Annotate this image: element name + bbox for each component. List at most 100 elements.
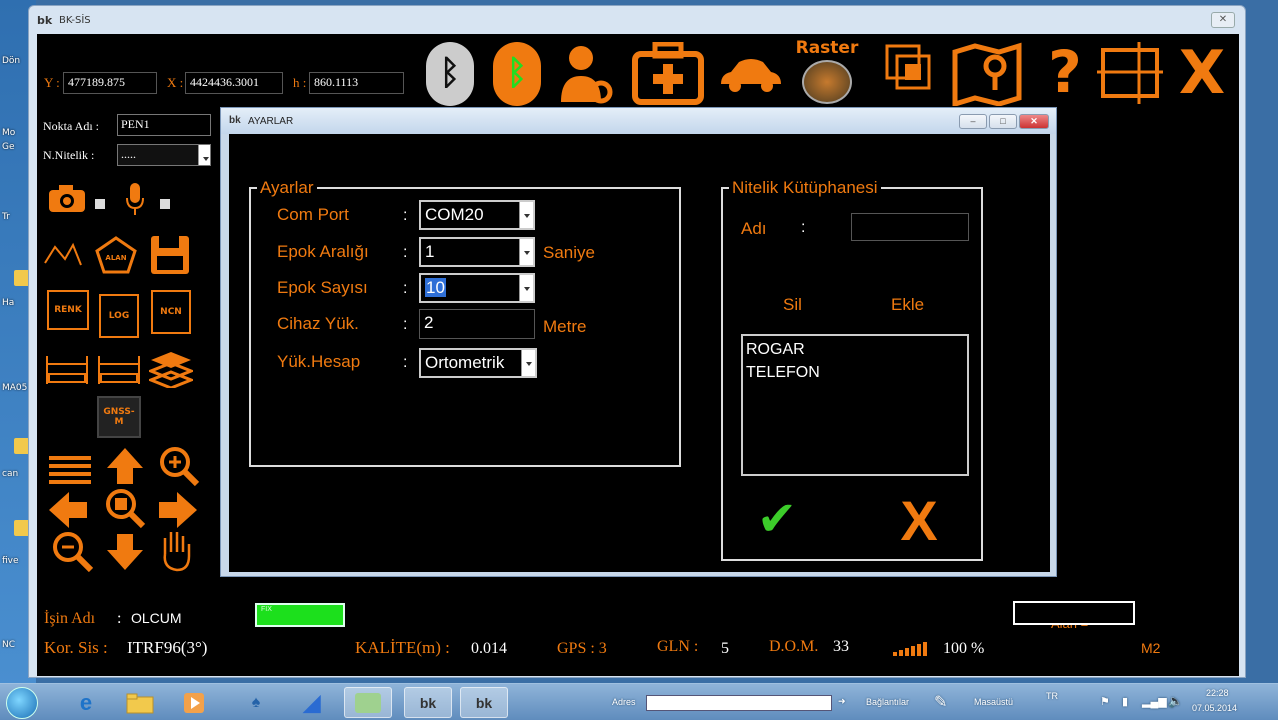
app-icon[interactable]: ◢ [288,687,336,718]
user-settings-icon[interactable] [557,40,613,106]
yuk-hesap-select[interactable]: Ortometrik [419,348,537,378]
isin-adi-value: OLCUM [131,610,182,626]
zoom-extent-icon[interactable] [103,486,147,530]
kalite-label: KALİTE(m) : [355,638,450,657]
dialog-body: Ayarlar Com Port : COM20 Epok Aralığı : … [229,134,1050,572]
colon: : [403,316,408,333]
raster-map-icon[interactable]: Raster [791,38,863,108]
desktop-label: Tr [2,212,10,222]
colon: : [403,354,408,371]
ok-check-icon[interactable]: ✔ [747,496,807,544]
minimize-button[interactable]: – [959,114,987,129]
language-indicator[interactable]: TR [1046,691,1058,701]
hand-pan-icon[interactable] [159,528,193,572]
nitelik-label: N.Nitelik : [43,148,95,162]
flag-icon[interactable]: ⚑ [1100,695,1110,708]
pan-right-arrow-icon[interactable] [157,490,199,530]
adres-label: Adres [612,697,636,707]
dialog-close-button[interactable]: ✕ [1019,114,1049,129]
pan-left-arrow-icon[interactable] [47,490,89,530]
media-player-icon[interactable] [170,687,218,718]
medical-kit-icon[interactable] [631,41,705,106]
polyline-icon[interactable] [43,239,83,269]
colon: : [403,280,408,297]
colon: : [403,207,408,224]
car-icon[interactable] [717,54,785,94]
taskbar: e ♠ ◢ bk bk Adres ➜ Bağlantılar ✎ Masaüs… [0,683,1278,720]
list-item[interactable]: ROGAR [746,338,964,361]
zoom-out-icon[interactable] [51,530,94,573]
measure-distance-icon[interactable] [45,350,89,386]
epok-araligi-select[interactable]: 1 [419,237,535,267]
yuk-hesap-label: Yük.Hesap [277,352,361,371]
bk-taskbar-item[interactable]: bk [460,687,508,718]
com-port-select[interactable]: COM20 [419,200,535,230]
crosshair-frame-icon[interactable] [1097,42,1163,104]
nitelik-list[interactable]: ROGAR TELEFON [741,334,969,476]
cancel-x-icon[interactable]: X [893,493,945,549]
help-icon[interactable]: ? [1045,40,1085,106]
renk-color-button[interactable]: RENK [47,290,89,330]
adi-label: Adı [741,219,767,238]
network-icon[interactable]: ▂▄▆ [1142,695,1167,708]
log-import-button[interactable]: LOG [99,294,139,338]
raster-layers-icon[interactable] [883,40,939,106]
save-icon[interactable] [149,234,191,276]
address-input[interactable] [646,695,832,711]
clock-date[interactable]: 07.05.2014 [1192,703,1237,713]
pen-icon[interactable]: ✎ [934,692,947,712]
pan-up-arrow-icon[interactable] [105,446,145,486]
gnss-m-button[interactable]: GNSS-M [97,396,141,438]
cihaz-yuk-input[interactable]: 2 [419,309,535,339]
nitelik-library-group: Nitelik Kütüphanesi Adı : Sil Ekle ROGAR… [721,178,983,561]
nitelik-select[interactable]: ..... [117,144,211,166]
measure-height-icon[interactable] [97,350,141,386]
desktop-label: Dön [2,56,21,66]
app-icon[interactable]: ♠ [232,687,280,718]
file-explorer-icon[interactable] [116,687,164,718]
list-item[interactable]: TELEFON [746,361,964,384]
go-icon[interactable]: ➜ [838,696,846,707]
gps-count-label: GPS : 3 [557,640,607,657]
bluetooth-on-icon[interactable]: ᛒ [493,42,541,106]
bluetooth-off-icon[interactable]: ᛒ [426,42,474,106]
camera-icon[interactable] [47,184,87,214]
microphone-checkbox[interactable] [160,199,170,209]
app-icon[interactable] [344,687,392,718]
menu-lines-icon[interactable] [47,454,93,490]
layers-icon[interactable] [146,350,196,390]
zoom-in-icon[interactable] [157,444,201,488]
bk-taskbar-item[interactable]: bk [404,687,452,718]
bk-logo-icon: bk [229,115,241,126]
pan-down-arrow-icon[interactable] [105,532,145,572]
microphone-icon[interactable] [125,182,145,216]
colon: : [403,244,408,261]
camera-checkbox[interactable] [95,199,105,209]
signal-percent: 100 % [943,640,985,657]
masaustu-label[interactable]: Masaüstü [974,697,1013,707]
volume-icon[interactable]: 🔈 [1168,694,1183,708]
app-titlebar[interactable]: bk BK-SİS ✕ [29,6,1245,34]
x-coordinate-field: 4424436.3001 [185,72,283,94]
dialog-titlebar[interactable]: bk AYARLAR – □ ✕ [221,108,1056,134]
map-pin-icon[interactable] [951,42,1023,108]
exit-icon[interactable]: X [1177,40,1227,106]
clock-time[interactable]: 22:28 [1206,688,1229,698]
internet-explorer-icon[interactable]: e [62,687,110,718]
nitelik-adi-input[interactable] [851,213,969,241]
baglantilar-label[interactable]: Bağlantılar [866,697,909,707]
start-button[interactable] [6,687,38,719]
epok-sayisi-select[interactable]: 10 [419,273,535,303]
saniye-unit: Saniye [543,243,595,262]
ncn-import-button[interactable]: NCN [151,290,191,334]
m2-unit-label: M2 [1141,640,1161,656]
desktop-label: MA05 [2,383,28,393]
sil-button[interactable]: Sil [783,295,802,315]
metre-unit: Metre [543,317,587,336]
alan-area-icon[interactable]: ALAN [95,236,137,274]
app-close-button[interactable]: ✕ [1211,12,1235,28]
nokta-adi-input[interactable]: PEN1 [117,114,211,136]
device-icon[interactable]: ▮ [1122,695,1128,708]
ekle-button[interactable]: Ekle [891,295,924,315]
maximize-button[interactable]: □ [989,114,1017,129]
